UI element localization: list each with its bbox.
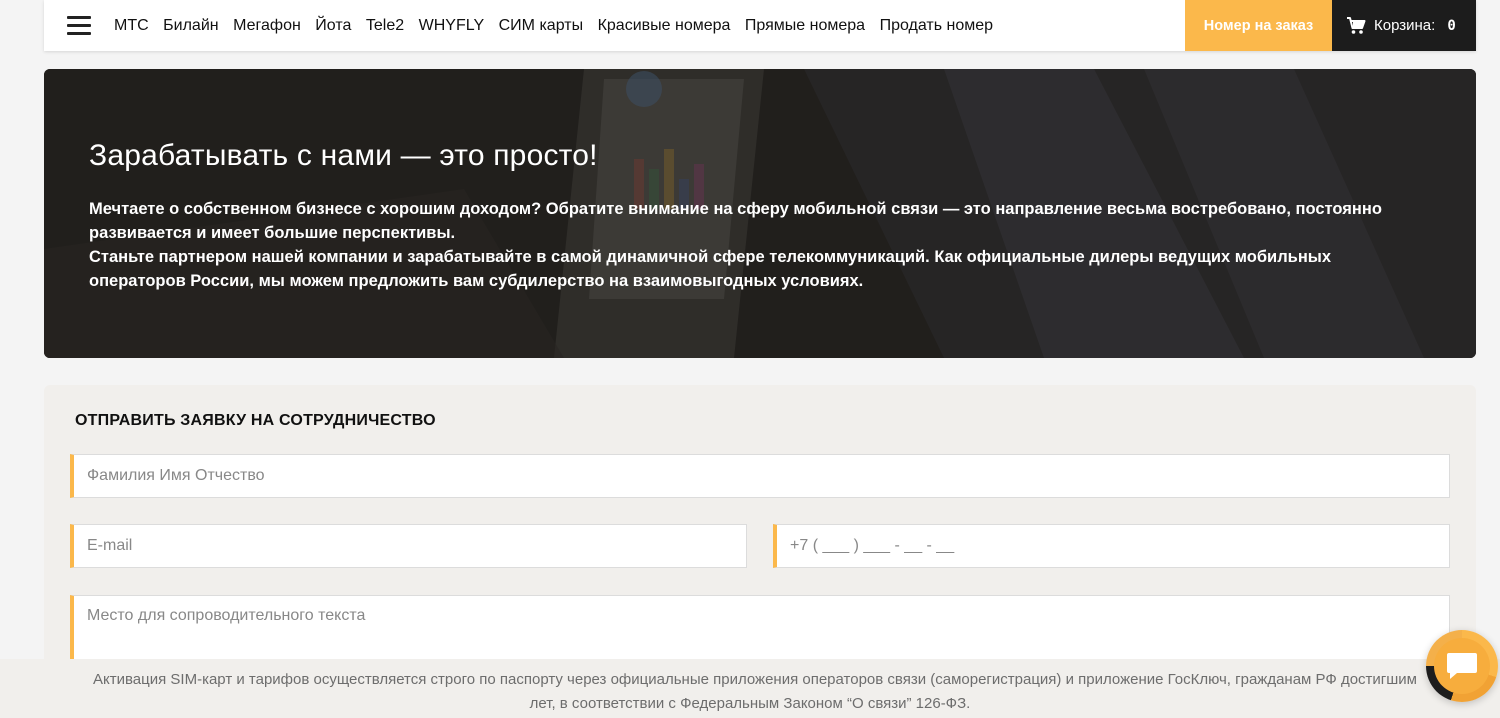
chat-bubble-icon bbox=[1447, 653, 1477, 679]
chat-widget-inner bbox=[1434, 638, 1490, 694]
email-field[interactable]: E-mail bbox=[70, 524, 747, 568]
partnership-form: ОТПРАВИТЬ ЗАЯВКУ НА СОТРУДНИЧЕСТВО Фамил… bbox=[44, 385, 1476, 685]
nav-link-sell-number[interactable]: Продать номер bbox=[880, 17, 993, 35]
top-navbar: МТС Билайн Мегафон Йота Tele2 WHYFLY СИМ… bbox=[44, 0, 1476, 51]
nav-link-tele2[interactable]: Tele2 bbox=[366, 17, 404, 35]
legal-notice: Активация SIM-карт и тарифов осуществляе… bbox=[0, 659, 1500, 718]
nav-link-whyfly[interactable]: WHYFLY bbox=[419, 17, 484, 35]
nav-link-yota[interactable]: Йота bbox=[315, 17, 351, 35]
main-nav: МТС Билайн Мегафон Йота Tele2 WHYFLY СИМ… bbox=[114, 0, 1008, 51]
hero-title: Зарабатывать с нами — это просто! bbox=[89, 139, 598, 172]
nav-link-beautiful-numbers[interactable]: Красивые номера bbox=[598, 17, 731, 35]
hero-content: Зарабатывать с нами — это просто! Мечтае… bbox=[89, 139, 1429, 293]
nav-link-megafon[interactable]: Мегафон bbox=[233, 17, 301, 35]
cart-count: 0 bbox=[1447, 17, 1456, 34]
nav-link-beeline[interactable]: Билайн bbox=[163, 17, 218, 35]
hero-paragraph-2: Станьте партнером нашей компании и зараб… bbox=[89, 248, 1332, 290]
nav-link-direct-numbers[interactable]: Прямые номера bbox=[745, 17, 865, 35]
form-title: ОТПРАВИТЬ ЗАЯВКУ НА СОТРУДНИЧЕСТВО bbox=[75, 412, 436, 429]
nav-link-mts[interactable]: МТС bbox=[114, 17, 149, 35]
hamburger-icon[interactable] bbox=[44, 0, 114, 51]
hero-paragraph-1: Мечтаете о собственном бизнесе с хорошим… bbox=[89, 200, 1382, 242]
legal-notice-line-1: Активация SIM-карт и тарифов осуществляе… bbox=[93, 671, 1417, 688]
legal-notice-line-2: лет, в соответствии с Федеральным Законо… bbox=[529, 695, 971, 712]
cart-button[interactable]: Корзина: 0 bbox=[1332, 0, 1476, 51]
phone-field[interactable]: +7 ( ___ ) ___ - __ - __ bbox=[773, 524, 1450, 568]
order-number-button[interactable]: Номер на заказ bbox=[1185, 0, 1332, 51]
nav-link-sim-cards[interactable]: СИМ карты bbox=[499, 17, 583, 35]
chat-widget-button[interactable] bbox=[1426, 630, 1498, 702]
hero-banner: Зарабатывать с нами — это просто! Мечтае… bbox=[44, 69, 1476, 358]
cart-icon bbox=[1347, 16, 1366, 34]
cart-label: Корзина: bbox=[1374, 17, 1436, 34]
full-name-field[interactable]: Фамилия Имя Отчество bbox=[70, 454, 1450, 498]
